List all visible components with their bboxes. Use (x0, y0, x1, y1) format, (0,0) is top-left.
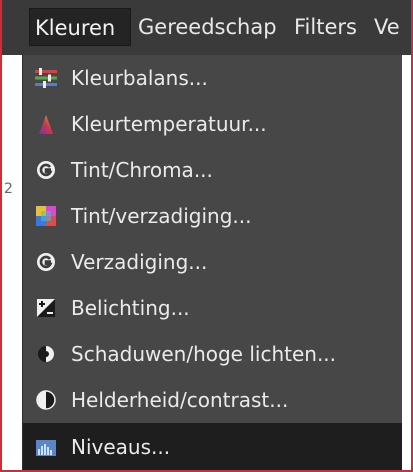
menu-item-label: Niveaus... (71, 435, 171, 459)
levels-icon (35, 437, 57, 459)
menu-item-tint-chroma[interactable]: Tint/Chroma... (23, 147, 403, 193)
menu-item-label: Verzadiging... (71, 250, 208, 274)
menu-item-label: Kleurbalans... (71, 66, 208, 90)
menu-item-label: Tint/Chroma... (71, 158, 213, 182)
menu-item-schaduwen-hoge-lichten[interactable]: Schaduwen/hoge lichten... (23, 331, 403, 377)
menu-item-kleurtemperatuur[interactable]: Kleurtemperatuur... (23, 101, 403, 147)
menu-item-label: Tint/verzadiging... (71, 204, 252, 228)
menu-item-label: Schaduwen/hoge lichten... (71, 342, 337, 366)
gegl-g-icon (35, 251, 57, 273)
brightness-contrast-icon (35, 389, 57, 411)
menu-item-label: Helderheid/contrast... (71, 388, 289, 412)
shadows-highlights-icon (35, 343, 57, 365)
menu-item-helderheid-contrast[interactable]: Helderheid/contrast... (23, 377, 403, 423)
color-temperature-icon (35, 113, 57, 135)
right-canvas-edge (402, 55, 411, 470)
exposure-icon (35, 297, 57, 319)
color-balance-icon (35, 67, 57, 89)
left-canvas-edge: 2 (2, 55, 22, 470)
menu-item-label: Kleurtemperatuur... (71, 112, 267, 136)
menubar-item-filters[interactable]: Filters (294, 8, 357, 46)
menu-item-niveaus[interactable]: Niveaus... (23, 423, 403, 470)
menu-item-verzadiging[interactable]: Verzadiging... (23, 239, 403, 285)
menubar-item-kleuren[interactable]: Kleuren (29, 8, 131, 46)
hue-saturation-icon (35, 205, 57, 227)
menu-item-kleurbalans[interactable]: Kleurbalans... (23, 55, 403, 101)
menu-item-tint-verzadiging[interactable]: Tint/verzadiging... (23, 193, 403, 239)
screenshot-frame: Kleuren Gereedschap Filters Ve 2 Kleurba… (0, 0, 413, 472)
menubar: Kleuren Gereedschap Filters Ve (2, 0, 411, 56)
kleuren-dropdown-menu: Kleurbalans... Kleurtemperatuur... Tint/… (22, 55, 403, 470)
menubar-item-view-truncated[interactable]: Ve (374, 8, 400, 46)
gegl-g-icon (35, 159, 57, 181)
menubar-item-gereedschap[interactable]: Gereedschap (138, 8, 277, 46)
menu-item-belichting[interactable]: Belichting... (23, 285, 403, 331)
menu-item-label: Belichting... (71, 296, 190, 320)
side-ruler-glyph: 2 (4, 181, 13, 197)
